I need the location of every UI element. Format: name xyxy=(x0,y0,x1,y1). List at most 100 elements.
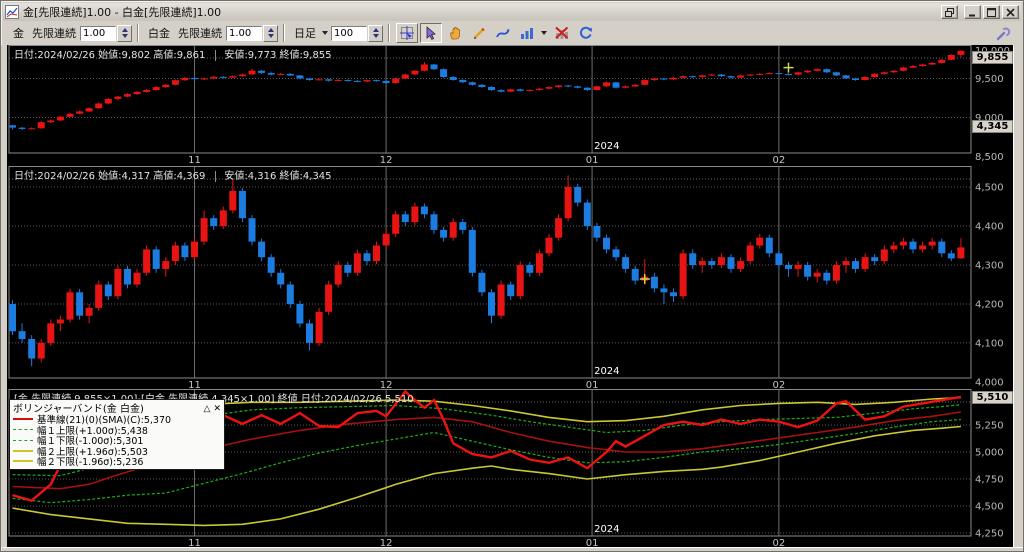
x-axis-tick-label: 01 xyxy=(586,380,599,389)
legend-line-sample xyxy=(13,418,33,421)
year-label: 2024 xyxy=(594,524,619,535)
spin-down-icon xyxy=(372,34,379,38)
chart-header-1: 日付:2024/02/26 始値:4,317 高値:4,369 安値:4,316 … xyxy=(14,167,332,182)
y-axis-tick-label: 8,500 xyxy=(975,152,1004,163)
last-price-badge-0: 9,855 xyxy=(972,51,1013,64)
chart-window-icon xyxy=(5,5,19,19)
refresh-icon[interactable] xyxy=(575,23,597,43)
curve-tool-icon[interactable] xyxy=(492,23,514,43)
spin-down-icon xyxy=(121,34,128,38)
toolbar: 金 先限連続 白金 先限連続 日足 xyxy=(3,21,1021,45)
x-axis-tick-label: 11 xyxy=(188,538,201,547)
maximize-button[interactable] xyxy=(983,5,1000,19)
last-price-badge-2: 5,510 xyxy=(972,391,1013,404)
year-label: 2024 xyxy=(594,141,619,152)
toolbar-separator xyxy=(137,24,139,42)
minimize-icon xyxy=(969,14,975,16)
y-axis-tick-label: 4,500 xyxy=(975,183,1004,194)
titlebar: 金[先限連続]1.00 - 白金[先限連続]1.00 xyxy=(3,3,1021,21)
legend-line-sample xyxy=(13,439,33,441)
last-price-badge-1: 4,345 xyxy=(972,120,1013,133)
close-icon xyxy=(1006,7,1015,17)
toolbar-separator xyxy=(283,24,285,42)
y-axis-tick-label: 4,500 xyxy=(975,501,1004,512)
x-axis-tick-label: 12 xyxy=(380,538,393,547)
spin-up-icon xyxy=(372,28,379,32)
x-axis-tick-label: 02 xyxy=(773,538,786,547)
bar-count-input[interactable] xyxy=(331,25,367,41)
y-axis-tick-label: 4,000 xyxy=(975,377,1004,388)
platinum-symbol-label: 白金 xyxy=(148,27,170,40)
tool-icon-group xyxy=(395,23,598,43)
y-axis-tick-label: 4,200 xyxy=(975,299,1004,310)
bar-count-spinner[interactable] xyxy=(368,24,383,42)
y-axis-tick-label: 5,250 xyxy=(975,420,1004,431)
gold-series-label: 先限連続 xyxy=(32,27,76,40)
legend-row: 幅２下限(-1.96σ):5,236 xyxy=(13,456,221,469)
platinum-scale-input[interactable] xyxy=(226,25,262,41)
crosshair-tool-icon[interactable] xyxy=(396,23,418,43)
gold-chart-canvas: 10,0009,5009,0008,500111201022024 xyxy=(7,45,1013,166)
x-axis-tick-label: 02 xyxy=(773,155,786,166)
spin-up-icon xyxy=(267,28,274,32)
legend-line-sample xyxy=(13,429,33,431)
right-frame xyxy=(1013,45,1023,547)
period-dropdown-arrow[interactable] xyxy=(322,31,328,35)
gold-scale-input[interactable] xyxy=(80,25,116,41)
clear-indicators-icon[interactable] xyxy=(551,23,573,43)
x-axis-tick-label: 01 xyxy=(586,155,599,166)
select-tool-icon[interactable] xyxy=(420,23,442,43)
x-axis-tick-label: 11 xyxy=(188,155,201,166)
toolbar-separator xyxy=(388,24,390,42)
spin-down-icon xyxy=(267,34,274,38)
bottom-frame xyxy=(3,547,1023,551)
pencil-tool-icon[interactable] xyxy=(468,23,490,43)
platinum-scale-spinner[interactable] xyxy=(263,24,278,42)
x-axis-tick-label: 01 xyxy=(586,538,599,547)
window-title: 金[先限連続]1.00 - 白金[先限連続]1.00 xyxy=(23,6,222,19)
y-axis-tick-label: 4,250 xyxy=(975,528,1004,539)
wrench-icon[interactable] xyxy=(993,23,1013,43)
hand-tool-icon[interactable] xyxy=(444,23,466,43)
gold-scale-spinner[interactable] xyxy=(117,24,132,42)
legend-close-icon[interactable]: ✕ xyxy=(213,403,221,413)
platinum-chart-canvas: 4,500 4,400 4,300 4,200 4,100 4,000 11 12 01 02 20… xyxy=(7,166,1013,389)
window-controls xyxy=(939,5,1019,19)
legend-line-sample xyxy=(13,460,33,463)
x-axis-tick-label: 12 xyxy=(380,155,393,166)
legend-line-sample xyxy=(13,449,33,452)
y-axis-tick-label: 5,000 xyxy=(975,447,1004,458)
chart-background xyxy=(7,166,1013,389)
chart-background xyxy=(7,45,1013,166)
bollinger-legend: ボリンジャーバンド(金 白金) △ ✕ 基準線(21)(0)(SMA)(C):5,37… xyxy=(9,399,225,470)
app-window: 金[先限連続]1.00 - 白金[先限連続]1.00 金 先限連続 白金 先限連… xyxy=(0,0,1024,552)
x-axis-tick-label: 02 xyxy=(773,380,786,389)
chart-style-icon[interactable] xyxy=(516,23,538,43)
y-axis-tick-label: 4,400 xyxy=(975,222,1004,233)
platinum-series-label: 先限連続 xyxy=(178,27,222,40)
chart-region: 10,0009,5009,0008,500111201022024 4,5004… xyxy=(1,45,1023,547)
chart-header-0: 日付:2024/02/26 始値:9,802 高値:9,861 安値:9,773 … xyxy=(14,46,332,61)
y-axis-tick-label: 4,750 xyxy=(975,474,1004,485)
new-window-button[interactable] xyxy=(941,5,958,19)
legend-item-label: 幅２下限(-1.96σ):5,236 xyxy=(37,457,144,469)
ohlc-header-text: 日付:2024/02/26 始値:9,802 高値:9,861 xyxy=(14,50,206,61)
x-axis-tick-label: 12 xyxy=(380,380,393,389)
ohlc-header-text: 日付:2024/02/26 始値:4,317 高値:4,369 xyxy=(14,171,206,182)
x-axis-tick-label: 11 xyxy=(188,380,201,389)
chart-style-dropdown-arrow[interactable] xyxy=(541,31,547,35)
minimize-button[interactable] xyxy=(964,5,981,19)
y-axis-tick-label: 9,500 xyxy=(975,74,1004,85)
windows-icon xyxy=(945,7,954,17)
y-axis-tick-label: 4,100 xyxy=(975,338,1004,349)
spin-up-icon xyxy=(121,28,128,32)
year-label: 2024 xyxy=(594,366,619,377)
close-button[interactable] xyxy=(1002,5,1019,19)
period-select[interactable]: 日足 xyxy=(294,25,316,41)
gold-symbol-label: 金 xyxy=(13,27,24,40)
maximize-icon xyxy=(987,7,996,17)
legend-collapse-icon[interactable]: △ xyxy=(204,403,211,413)
y-axis-tick-label: 4,300 xyxy=(975,260,1004,271)
ohlc-header-text: 安値:9,773 終値:9,855 xyxy=(215,50,332,61)
ohlc-header-text: 安値:4,316 終値:4,345 xyxy=(215,171,332,182)
